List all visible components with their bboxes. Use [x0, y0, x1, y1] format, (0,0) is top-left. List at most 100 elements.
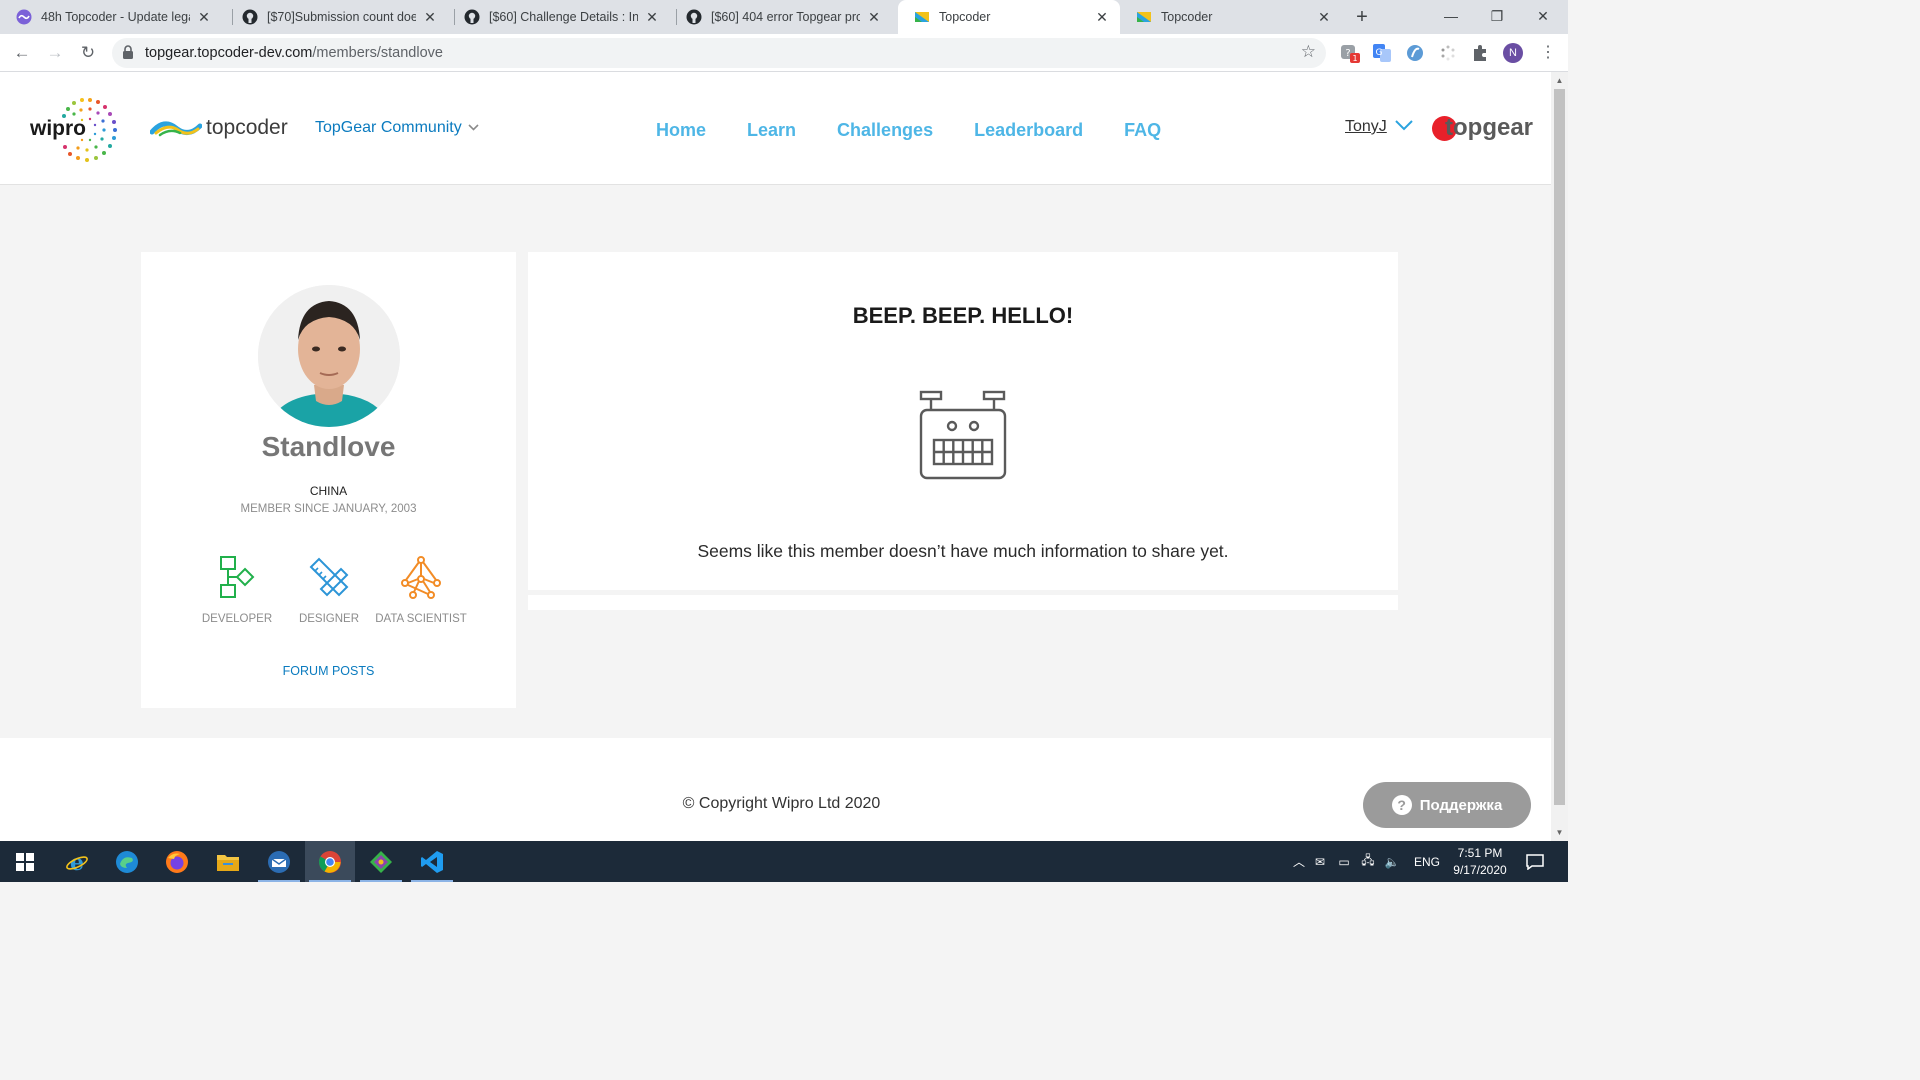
nav-challenges[interactable]: Challenges — [837, 120, 933, 141]
battery-icon[interactable]: ▭ — [1332, 855, 1356, 869]
community-label: TopGear Community — [315, 119, 462, 136]
tab-title: [$60] Challenge Details : Inco — [489, 10, 638, 24]
close-tab-icon[interactable]: ✕ — [196, 9, 212, 26]
language-indicator[interactable]: ENG — [1414, 855, 1440, 869]
browser-menu-icon[interactable]: ⋮ — [1538, 43, 1558, 63]
track-label: DESIGNER — [298, 613, 360, 625]
user-menu[interactable]: TonyJ — [1345, 118, 1413, 136]
show-hidden-icons-icon[interactable]: ︿ — [1290, 853, 1308, 870]
browser-tab-5-active[interactable]: Topcoder ✕ — [898, 0, 1120, 34]
avatar — [258, 285, 400, 427]
copyright-text: © Copyright Wipro Ltd 2020 — [682, 795, 881, 812]
topcoder-swoosh-icon — [150, 121, 202, 137]
designer-icon — [307, 555, 351, 599]
topgear-favicon — [1136, 9, 1152, 25]
translate-extension-icon[interactable]: G — [1372, 43, 1392, 63]
bookmark-star-icon[interactable]: ☆ — [1301, 42, 1316, 62]
extensions-puzzle-icon[interactable] — [1470, 43, 1490, 63]
topcoder-icon — [16, 9, 32, 25]
system-tray: ︿ ✉ ▭ 🖧 🔈 ENG — [1290, 841, 1440, 882]
browser-tab-3[interactable]: [$60] Challenge Details : Inco ✕ — [448, 0, 670, 34]
member-since: MEMBER SINCE JANUARY, 2003 — [240, 503, 417, 515]
network-icon[interactable]: 🖧 — [1356, 851, 1380, 872]
track-label: DEVELOPER — [201, 613, 273, 625]
address-bar[interactable]: topgear.topcoder-dev.com/members/standlo… — [112, 38, 1326, 68]
forward-button[interactable]: → — [43, 41, 67, 65]
track-developer[interactable]: DEVELOPER — [191, 555, 283, 625]
internet-explorer-icon[interactable]: e — [52, 841, 102, 882]
github-icon — [242, 9, 258, 25]
close-tab-icon[interactable]: ✕ — [422, 9, 438, 26]
scroll-down-arrow-icon[interactable]: ▼ — [1551, 824, 1568, 841]
site-header: wipro topcoder TopGear Community Home Le… — [0, 72, 1551, 185]
vscode-icon[interactable] — [407, 841, 457, 882]
info-card-bottom-strip — [528, 595, 1398, 610]
reload-button[interactable]: ↻ — [76, 41, 100, 65]
mail-tray-icon[interactable]: ✉ — [1308, 855, 1332, 869]
nav-learn[interactable]: Learn — [747, 120, 796, 141]
url-text: topgear.topcoder-dev.com/members/standlo… — [145, 45, 443, 61]
action-center-icon[interactable] — [1510, 841, 1560, 882]
close-tab-icon[interactable]: ✕ — [644, 9, 660, 26]
volume-icon[interactable]: 🔈 — [1380, 855, 1404, 869]
svg-text:G: G — [1376, 48, 1383, 58]
help-icon: ? — [1391, 795, 1412, 815]
extension-swirl-icon[interactable] — [1405, 43, 1425, 63]
mail-app-icon[interactable] — [254, 841, 304, 882]
svg-text:?: ? — [1345, 48, 1350, 59]
chrome-icon[interactable] — [305, 841, 355, 882]
topgear-favicon — [914, 9, 930, 25]
chevron-down-icon — [468, 122, 479, 134]
back-button[interactable]: ← — [10, 41, 34, 65]
topcoder-logo[interactable]: topcoder — [150, 116, 288, 140]
minimize-window-button[interactable]: — — [1428, 0, 1474, 34]
clock-time: 7:51 PM — [1457, 846, 1503, 860]
windows-taskbar: e ︿ ✉ ▭ 🖧 🔈 ENG 7:51 PM 9/17/2020 — [0, 841, 1568, 882]
support-button[interactable]: ? Поддержка — [1363, 782, 1531, 828]
tab-title: [$60] 404 error Topgear profi — [711, 10, 860, 24]
edge-browser-icon[interactable] — [102, 841, 152, 882]
clock-date: 9/17/2020 — [1453, 863, 1507, 877]
topgear-logo[interactable]: topgear — [1432, 114, 1533, 142]
file-explorer-icon[interactable] — [203, 841, 253, 882]
windows-start-icon[interactable] — [0, 841, 50, 882]
scroll-up-arrow-icon[interactable]: ▲ — [1551, 72, 1568, 89]
extension-loading-icon[interactable] — [1438, 43, 1458, 63]
extension-help-icon[interactable]: ? 1 — [1340, 43, 1360, 63]
member-handle: Standlove — [261, 431, 396, 462]
nav-home[interactable]: Home — [656, 120, 706, 141]
tab-title: 48h Topcoder - Update legac — [41, 10, 190, 24]
close-window-button[interactable]: ✕ — [1520, 0, 1566, 34]
browser-tab-2[interactable]: [$70]Submission count does ✕ — [226, 0, 448, 34]
browser-tab-6[interactable]: Topcoder ✕ — [1120, 0, 1342, 34]
username: TonyJ — [1345, 118, 1387, 135]
url-path: /members/standlove — [312, 45, 443, 61]
git-app-icon[interactable] — [356, 841, 406, 882]
member-info-card: BEEP. BEEP. HELLO! Seems like this membe… — [528, 252, 1398, 590]
community-dropdown[interactable]: TopGear Community — [315, 119, 479, 137]
browser-profile-avatar[interactable]: N — [1503, 43, 1523, 63]
nav-faq[interactable]: FAQ — [1124, 120, 1161, 141]
page-scrollbar[interactable]: ▲ ▼ — [1551, 72, 1568, 841]
lock-icon — [122, 45, 134, 65]
chevron-down-icon — [1395, 118, 1413, 136]
topgear-logo-text: topgear — [1445, 114, 1534, 141]
firefox-icon[interactable] — [152, 841, 202, 882]
close-tab-icon[interactable]: ✕ — [1316, 9, 1332, 26]
browser-tab-1[interactable]: 48h Topcoder - Update legac ✕ — [0, 0, 222, 34]
track-designer[interactable]: DESIGNER — [283, 555, 375, 625]
empty-state-heading: BEEP. BEEP. HELLO! — [852, 303, 1074, 328]
close-tab-icon[interactable]: ✕ — [1094, 9, 1110, 26]
developer-icon — [215, 555, 259, 599]
browser-tab-4[interactable]: [$60] 404 error Topgear profi ✕ — [670, 0, 892, 34]
restore-window-button[interactable]: ❐ — [1474, 0, 1520, 34]
close-tab-icon[interactable]: ✕ — [866, 9, 882, 26]
member-profile-card: Standlove CHINA MEMBER SINCE JANUARY, 20… — [141, 252, 516, 708]
browser-toolbar: ← → ↻ topgear.topcoder-dev.com/members/s… — [0, 34, 1568, 72]
new-tab-button[interactable]: + — [1348, 4, 1376, 30]
scroll-thumb[interactable] — [1554, 89, 1565, 805]
taskbar-clock[interactable]: 7:51 PM 9/17/2020 — [1445, 845, 1515, 879]
forum-posts-link[interactable]: FORUM POSTS — [141, 664, 516, 678]
nav-leaderboard[interactable]: Leaderboard — [974, 120, 1083, 141]
track-data-scientist[interactable]: DATA SCIENTIST — [375, 555, 467, 625]
